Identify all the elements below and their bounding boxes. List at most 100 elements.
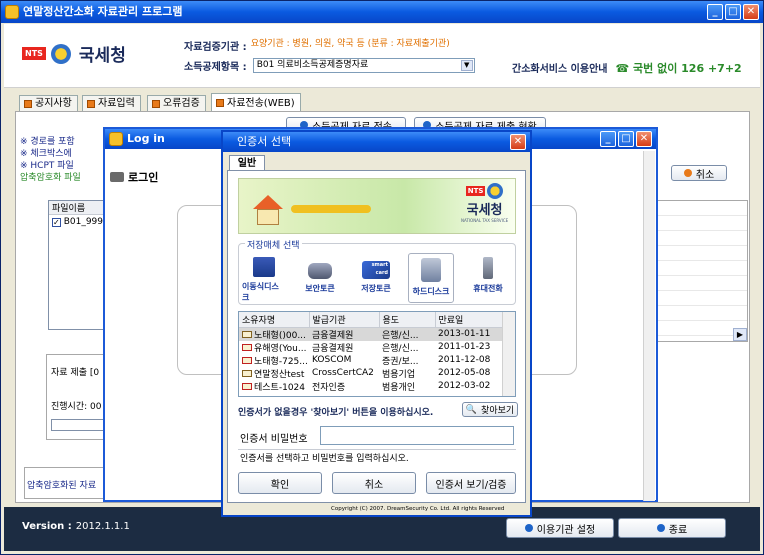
tab-error-check[interactable]: 오류검증 bbox=[147, 95, 206, 111]
usb-disk-icon bbox=[253, 257, 275, 277]
login-arrow-icon bbox=[110, 172, 124, 182]
close-button[interactable]: ✕ bbox=[636, 131, 652, 147]
tab-general[interactable]: 일반 bbox=[229, 155, 265, 171]
cell-expiry: 2011-12-08 bbox=[438, 355, 491, 365]
blue-dot-icon bbox=[656, 524, 665, 532]
password-input[interactable] bbox=[320, 426, 514, 445]
tab-notice[interactable]: 공지사항 bbox=[19, 95, 78, 111]
agency-settings-label: 이용기관 설정 bbox=[536, 524, 596, 536]
col-purpose[interactable]: 용도 bbox=[379, 312, 436, 328]
copyright-text: Copyright (C) 2007. DreamSecurity Co. Lt… bbox=[331, 506, 505, 512]
maximize-button[interactable]: □ bbox=[618, 131, 634, 147]
cert-icon bbox=[242, 343, 252, 351]
note-line: ※ 체크박스에 bbox=[20, 149, 72, 159]
notes-block: ※ 경로를 포함 ※ 체크박스에 ※ HCPT 파일 압축암호화 파일 bbox=[20, 136, 81, 184]
file-list: 파일이름 ✓ B01_9998 bbox=[48, 200, 109, 330]
deduction-select[interactable]: B01 의료비소득공제증명자료 ▼ bbox=[252, 58, 475, 73]
media-hard-disk[interactable]: 하드디스크 bbox=[408, 253, 454, 303]
ok-button[interactable]: 확인 bbox=[238, 472, 322, 494]
key-icon bbox=[291, 205, 371, 213]
tab-marker-icon bbox=[87, 99, 95, 108]
agency-settings-button[interactable]: 이용기관 설정 bbox=[506, 518, 614, 538]
info-row1-label: 자료검증기관 : bbox=[184, 42, 247, 53]
table-row[interactable]: 연말정산test CrossCertCA2 범용기업 2012-05-08 bbox=[239, 367, 503, 380]
media-label: 보안토큰 bbox=[305, 284, 335, 293]
cell-purpose: 은행/신... bbox=[379, 327, 435, 341]
media-mobile-phone[interactable]: 휴대전화 bbox=[466, 257, 510, 303]
login-title: Log in bbox=[127, 132, 165, 145]
password-label: 인증서 비밀번호 bbox=[240, 434, 308, 445]
tab-web-transfer[interactable]: 자료전송(WEB) bbox=[211, 93, 301, 112]
cancel-button[interactable]: 취소 bbox=[332, 472, 416, 494]
media-removable-disk[interactable]: 이동식디스크 bbox=[242, 257, 286, 303]
tab-data-input[interactable]: 자료입력 bbox=[82, 95, 141, 111]
table-scrollbar[interactable] bbox=[502, 312, 515, 396]
minimize-button[interactable]: _ bbox=[707, 4, 723, 20]
cell-expiry: 2011-01-23 bbox=[438, 342, 491, 352]
cert-icon bbox=[242, 356, 252, 364]
view-cert-label: 인증서 보기/검증 bbox=[435, 479, 507, 491]
logo-text: 국세청 bbox=[78, 46, 126, 66]
main-titlebar[interactable]: 연말정산간소화 자료관리 프로그램 _ □ ✕ bbox=[1, 1, 763, 23]
cert-banner: NTS 국세청 NATIONAL TAX SERVICE bbox=[238, 178, 516, 234]
phone-text: ☎ 국번 없이 126 +7+2 bbox=[615, 62, 742, 75]
close-button[interactable]: ✕ bbox=[510, 134, 526, 150]
table-row[interactable]: 노태형()00... 금융결제원 은행/신... 2013-01-11 bbox=[239, 327, 503, 341]
table-row[interactable]: 유해영(You... 금융결제원 은행/신... 2011-01-23 bbox=[239, 341, 503, 354]
info-row-2: 소득공제항목 : B01 의료비소득공제증명자료 ▼ bbox=[184, 58, 475, 73]
cell-issuer: KOSCOM bbox=[312, 355, 352, 365]
version-value: 2012.1.1.1 bbox=[75, 521, 130, 532]
tab-marker-icon bbox=[216, 99, 224, 107]
chevron-down-icon[interactable]: ▼ bbox=[460, 60, 473, 71]
info-row-1: 자료검증기관 : 요양기관 : 병원, 의원, 약국 등 (분류 : 자료제출기… bbox=[184, 38, 450, 53]
cell-owner: 연말정산test bbox=[254, 369, 305, 380]
house-icon bbox=[253, 195, 283, 225]
media-storage-token[interactable]: smart card 저장토큰 bbox=[354, 257, 398, 303]
cell-purpose: 증권/보... bbox=[382, 356, 419, 367]
login-heading: 로그인 bbox=[110, 169, 158, 185]
browse-button[interactable]: 🔍 찾아보기 bbox=[462, 402, 518, 417]
col-owner[interactable]: 소유자명 bbox=[239, 312, 310, 328]
flower-icon bbox=[487, 183, 504, 199]
table-row[interactable]: 노태형-725... KOSCOM 증권/보... 2011-12-08 bbox=[239, 354, 503, 367]
file-row[interactable]: ✓ B01_9998 bbox=[49, 215, 109, 229]
minimize-button[interactable]: _ bbox=[600, 131, 616, 147]
cancel-side-button[interactable]: 취소 bbox=[671, 165, 727, 181]
cell-purpose: 범용기업 bbox=[382, 369, 416, 380]
cell-owner: 테스트-1024 bbox=[254, 382, 305, 393]
compressed-label: 압축암호화 파일 bbox=[20, 173, 81, 183]
tab-label: 공지사항 bbox=[35, 98, 72, 109]
ok-label: 확인 bbox=[270, 479, 290, 491]
info-row1-value: 요양기관 : 병원, 의원, 약국 등 (분류 : 자료제출기관) bbox=[250, 39, 450, 49]
right-list-panel: ▶ bbox=[656, 200, 748, 342]
login-scrollbar[interactable] bbox=[643, 151, 655, 501]
cert-titlebar[interactable]: 인증서 선택 ✕ bbox=[223, 132, 530, 152]
cell-issuer: 전자인증 bbox=[312, 382, 346, 393]
col-expiry[interactable]: 만료일 bbox=[435, 312, 504, 328]
exit-button[interactable]: 종료 bbox=[618, 518, 726, 538]
cert-table-box: 소유자명 발급기관 용도 만료일 노태형()00... 금융결제원 은행/신..… bbox=[238, 311, 516, 397]
close-button[interactable]: ✕ bbox=[743, 4, 759, 20]
cell-expiry: 2012-05-08 bbox=[438, 368, 491, 378]
cert-icon bbox=[242, 382, 252, 390]
table-row[interactable]: 테스트-1024 전자인증 범용개인 2012-03-02 bbox=[239, 380, 503, 393]
file-name: B01_9998 bbox=[63, 217, 109, 227]
nts-logo: NTS 국세청 bbox=[22, 41, 126, 66]
media-label: 이동식디스크 bbox=[242, 282, 279, 302]
file-checkbox[interactable]: ✓ bbox=[52, 217, 61, 227]
scroll-right-arrow-icon[interactable]: ▶ bbox=[733, 328, 747, 341]
col-issuer[interactable]: 발급기관 bbox=[309, 312, 380, 328]
tab-marker-icon bbox=[152, 99, 160, 108]
media-security-token[interactable]: 보안토큰 bbox=[298, 257, 342, 303]
cert-icon bbox=[242, 330, 252, 338]
cancel-label: 취소 bbox=[364, 479, 384, 491]
footer-label: 압축암호화된 자료 bbox=[27, 481, 97, 491]
view-cert-button[interactable]: 인증서 보기/검증 bbox=[426, 472, 516, 494]
maximize-button[interactable]: □ bbox=[725, 4, 741, 20]
tab-label: 자료전송(WEB) bbox=[227, 97, 295, 109]
cell-purpose: 은행/신... bbox=[382, 343, 419, 354]
file-list-header: 파일이름 bbox=[49, 201, 107, 215]
cell-owner: 노태형-725... bbox=[254, 356, 308, 367]
flower-icon bbox=[50, 43, 71, 64]
media-label: 저장토큰 bbox=[361, 284, 391, 293]
